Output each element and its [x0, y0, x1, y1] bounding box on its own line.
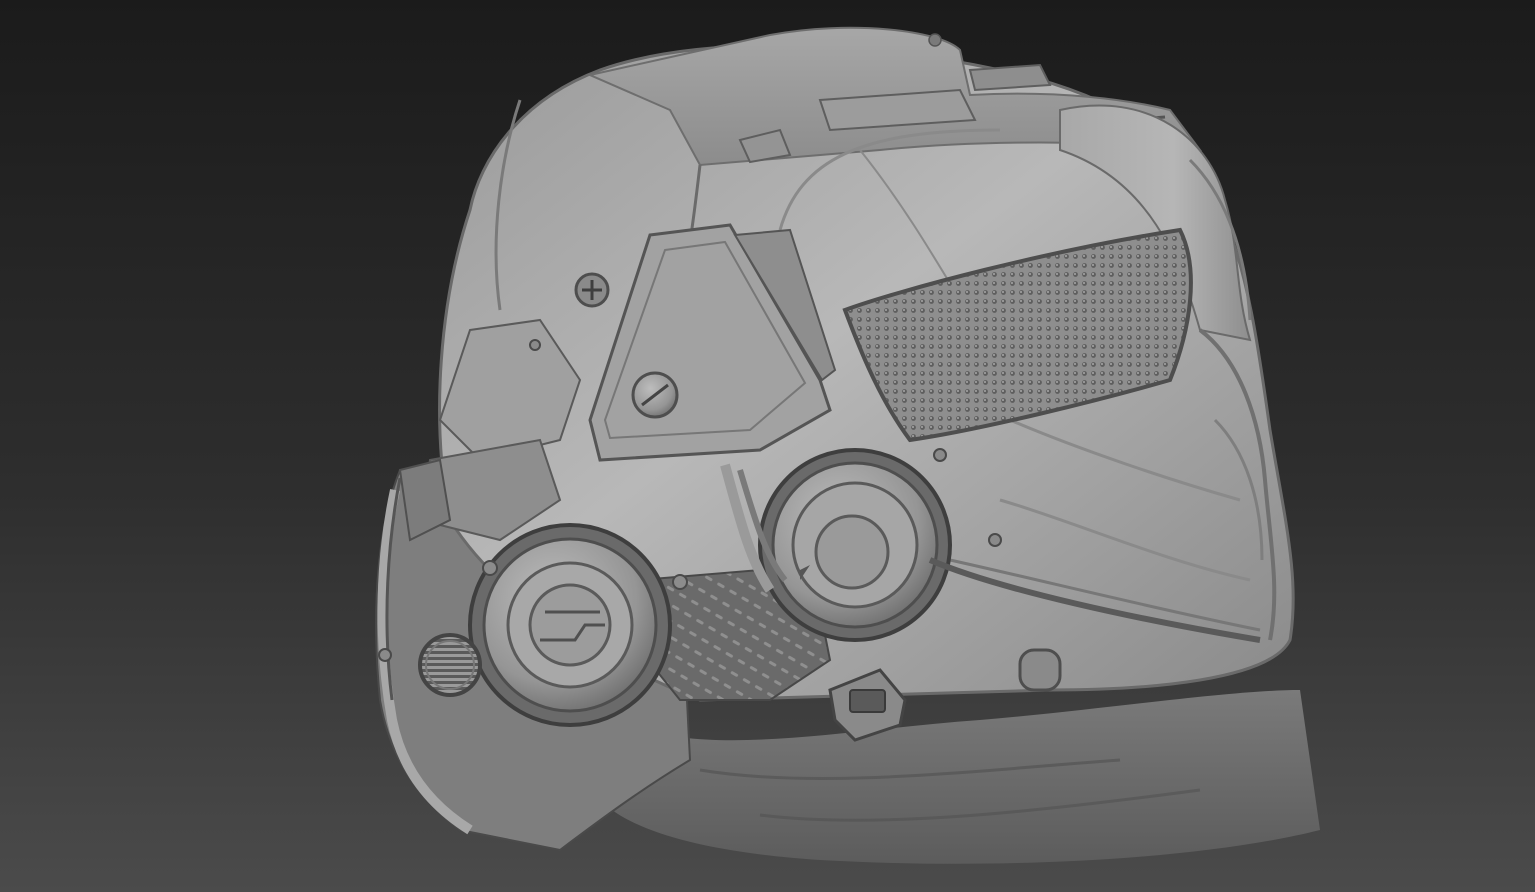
round-vent [418, 633, 482, 697]
viewport [0, 0, 1535, 892]
upper-ear-disc [758, 448, 952, 642]
helmet-render [0, 0, 1535, 892]
